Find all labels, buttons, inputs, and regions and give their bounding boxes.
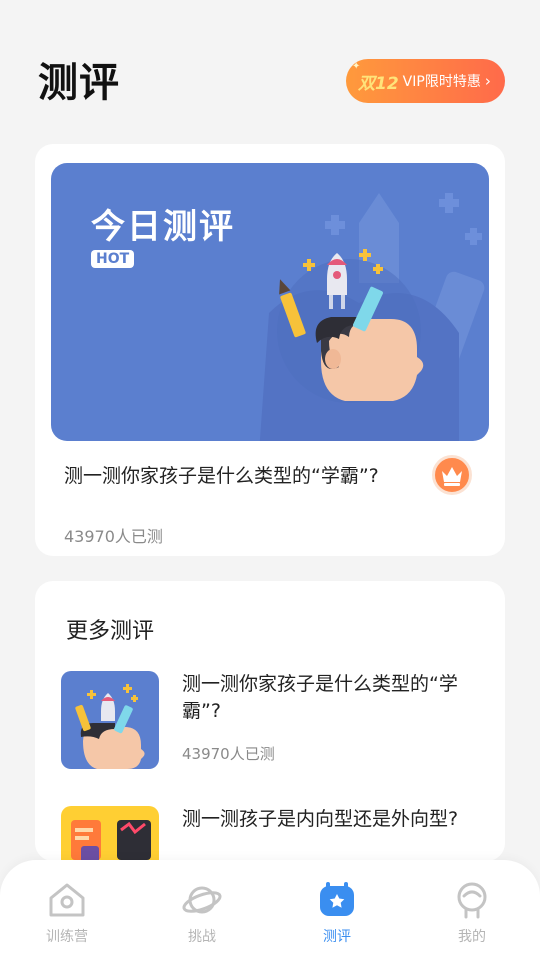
today-assessment-card[interactable]: 今日测评 HOT 测一测你家孩子是什么类型的“学霸”? 43970人已测: [35, 144, 505, 556]
double12-label: 双12: [358, 73, 399, 94]
vip-promo-button[interactable]: ✦ 双12 VIP限时特惠 ›: [346, 59, 505, 103]
today-banner[interactable]: 今日测评 HOT: [51, 163, 489, 441]
tab-label: 挑战: [188, 929, 216, 945]
more-assessments-card: 更多测评 测一测你家孩子是什么类型的“学霸”? 43970人已测 测一测孩子是内…: [35, 581, 505, 861]
hot-badge: HOT: [91, 250, 135, 268]
list-item[interactable]: 测一测你家孩子是什么类型的“学霸”? 43970人已测: [61, 671, 481, 771]
item-test-count: 43970人已测: [182, 745, 275, 763]
today-question[interactable]: 测一测你家孩子是什么类型的“学霸”?: [64, 462, 404, 490]
brain-rocket-illustration: [259, 193, 485, 441]
item-thumbnail: [61, 806, 159, 861]
tab-label: 训练营: [46, 929, 88, 945]
section-title: 更多测评: [66, 619, 155, 644]
tab-label: 我的: [458, 929, 486, 945]
banner-title: 今日测评: [91, 207, 235, 247]
tab-challenge[interactable]: 挑战: [162, 880, 242, 946]
home-icon: [49, 883, 85, 917]
item-title: 测一测孩子是内向型还是外向型?: [182, 808, 459, 830]
sparkle-icon: ✦: [352, 61, 361, 72]
tab-assessment[interactable]: 测评: [297, 880, 377, 946]
page-title: 测评: [38, 60, 120, 106]
list-item[interactable]: 测一测孩子是内向型还是外向型?: [61, 806, 481, 861]
chevron-right-icon: ›: [484, 72, 491, 90]
assessment-icon: [320, 882, 354, 916]
crown-icon[interactable]: [432, 455, 472, 495]
bottom-tab-bar: 训练营 挑战 测评 我的: [0, 860, 540, 960]
tab-label: 测评: [323, 929, 351, 945]
vip-promo-label: VIP限时特惠: [402, 74, 481, 90]
item-thumbnail: [61, 671, 159, 769]
planet-icon: [182, 886, 222, 914]
tab-training-camp[interactable]: 训练营: [27, 880, 107, 946]
profile-icon: [457, 882, 487, 919]
tab-profile[interactable]: 我的: [432, 880, 512, 946]
item-title: 测一测你家孩子是什么类型的“学霸”?: [182, 673, 458, 722]
brain-rocket-icon: [75, 684, 145, 769]
today-test-count: 43970人已测: [64, 527, 163, 546]
introvert-extrovert-icon: [71, 820, 151, 861]
